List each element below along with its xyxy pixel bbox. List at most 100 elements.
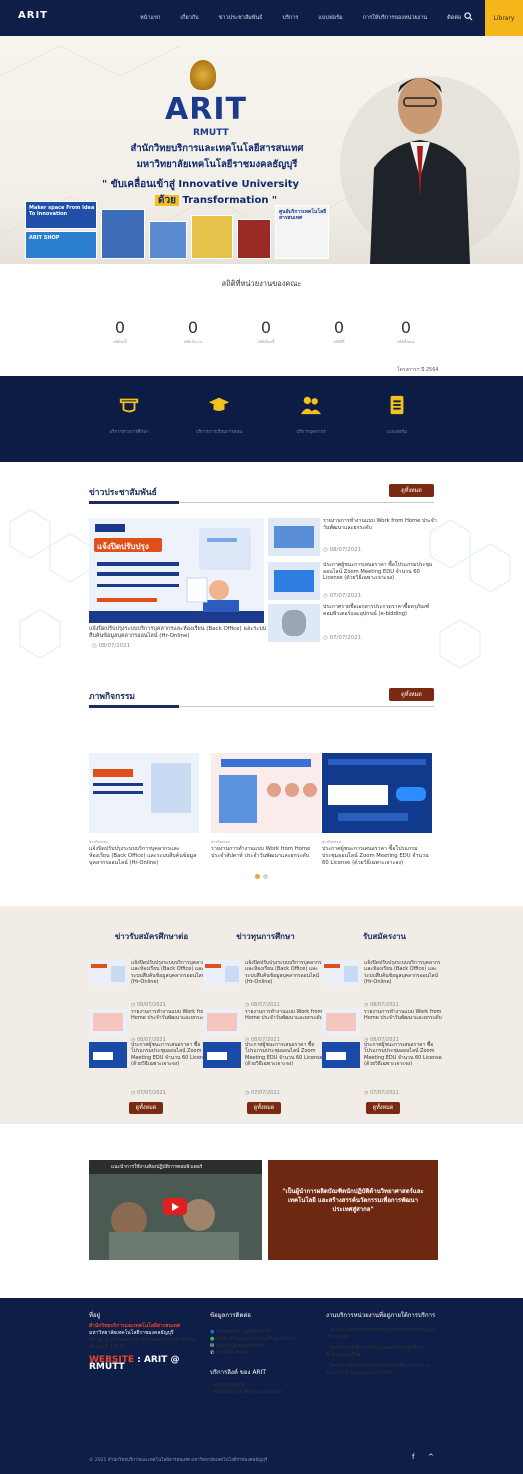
zoom-logo (396, 787, 426, 801)
nav-item-services[interactable]: บริการ (283, 14, 299, 22)
image-figure (151, 763, 191, 813)
column-item[interactable]: ประกาศผู้ชนะการเสนอราคา ซื้อโปรแกรมประชุ… (89, 1042, 214, 1096)
jobs-more-button[interactable]: ดูทั้งหมด (366, 1102, 400, 1114)
hero-brand: ARIT (165, 92, 247, 127)
news-side-item[interactable]: ประกาศรายชื่อเอกสารประกวดราคาซื้อครุภัณฑ… (268, 604, 448, 642)
search-icon[interactable] (464, 12, 474, 22)
image-line (338, 813, 408, 821)
news-side-title: รายงานการทำงานแบบ Work from Home ประจำวั… (323, 518, 437, 531)
activity-image (322, 753, 432, 833)
news-more-button[interactable]: ดูทั้งหมด (389, 484, 434, 497)
image-chart (219, 775, 257, 823)
activities-more-button[interactable]: ดูทั้งหมด (389, 688, 434, 701)
column-item[interactable]: แจ้งปิดปรับปรุงระบบบริการบุคลากรและห้องเ… (89, 960, 214, 1008)
featured-news-caption[interactable]: แจ้งปิดปรับปรุงระบบบริการบุคลากรและห้องเ… (89, 626, 269, 640)
stats-row: 0 สถิติวันนี้ 0 สถิติเมื่อวาน 0 สถิติเดือนน… (95, 318, 435, 348)
hero-feature-cards: Maker space From Idea To Innovation ARIT… (25, 201, 365, 261)
item-title: แจ้งปิดปรับปรุงระบบบริการบุคลากรและห้องเ… (364, 960, 441, 986)
cap-icon (208, 397, 230, 411)
column-jobs: รับสมัครงาน แจ้งปิดปรับปรุงระบบบริการบุค… (322, 930, 447, 1096)
image-panel (328, 785, 388, 805)
footer-link[interactable]: › ศูนย์บริการนักศึกษาและบุคลากร (210, 1389, 310, 1396)
scholarships-more-button[interactable]: ดูทั้งหมด (247, 1102, 281, 1114)
nav-item-news[interactable]: ข่าวประชาสัมพันธ์ (219, 14, 263, 22)
featured-news-image[interactable]: แจ้งปิดปรับปรุง (89, 518, 264, 623)
service-center-label: ศูนย์บริการเทคโนโลยีสารสนเทศ (279, 209, 327, 221)
back-to-top-button[interactable]: ^ (428, 1453, 434, 1461)
promo-card-2[interactable] (149, 221, 187, 259)
promo-card-1[interactable] (101, 209, 145, 259)
library-button[interactable]: Library (485, 0, 523, 36)
activity-card[interactable]: ข่าวกิจกรรม แจ้งปิดปรับปรุงระบบบริการบุค… (89, 753, 199, 866)
news-section-title: ข่าวประชาสัมพันธ์ (89, 488, 157, 498)
stat-item: 0 สถิติวันนี้ (95, 318, 145, 345)
footer-contact: ข้อมูลการติดต่อ ● Facebook : AritRMUTT ●… (210, 1312, 310, 1396)
activity-title: รายงานการทำงานแบบ Work from Home ประจำสั… (211, 846, 311, 859)
column-item[interactable]: แจ้งปิดปรับปรุงระบบบริการบุคลากรและห้องเ… (322, 960, 447, 1008)
promo-card-4[interactable] (237, 219, 271, 259)
stat-item: 0 สถิติเดือนนี้ (241, 318, 291, 345)
item-thumbnail (203, 960, 241, 986)
service-education[interactable]: บริการทางการศึกษา (99, 394, 159, 435)
footer-website[interactable]: WEBSITE : ARIT @ RMUTT (89, 1355, 199, 1372)
contact-line[interactable]: ● Line : https://line.me/R/aritrmutt (210, 1336, 310, 1343)
news-side-item[interactable]: ประกาศผู้ชนะการเสนอราคา ซื้อโปรแกรมประชุ… (268, 562, 448, 600)
footer-org-name: สำนักวิทยบริการและเทคโนโลยีสารสนเทศ (89, 1323, 181, 1329)
image-banner (221, 759, 311, 767)
vision-quote: "เป็นผู้นำการผลิตบัณฑิตนักปฏิบัติด้านวิท… (268, 1160, 438, 1260)
footer-facebook-icon[interactable]: f (412, 1453, 414, 1461)
featured-image-title: แจ้งปิดปรับปรุง (97, 542, 149, 551)
service-forms[interactable]: แบบฟอร์ม (367, 394, 427, 435)
carousel-dots (255, 864, 285, 879)
contact-email[interactable]: ✉ admin@rmutt.ac.th (210, 1343, 310, 1350)
footer-link[interactable]: › ศูนย์ข้อมูลสถิติ (210, 1382, 310, 1389)
activity-category: ข่าวกิจกรรม (89, 840, 108, 844)
nav-item-units[interactable]: การให้บริการของหน่วยงาน (363, 14, 427, 22)
column-item[interactable]: ประกาศผู้ชนะการเสนอราคา ซื้อโปรแกรมประชุ… (203, 1042, 328, 1096)
stat-value: 0 (187, 318, 199, 337)
video-player[interactable]: แนะนำการใช้งานห้องปฏิบัติการคอมพิวเตอร์ (89, 1160, 262, 1260)
item-thumbnail (322, 1042, 360, 1068)
service-label: บริการการเรียนการสอน (195, 430, 243, 435)
nav-item-about[interactable]: เกี่ยวกับ (180, 14, 198, 22)
carousel-dot-active[interactable] (255, 874, 260, 879)
admissions-more-button[interactable]: ดูทั้งหมด (129, 1102, 163, 1114)
hero-banner[interactable]: ARIT RMUTT สำนักวิทยบริการและเทคโนโลยีสา… (0, 36, 523, 264)
column-item[interactable]: แจ้งปิดปรับปรุงระบบบริการบุคลากรและห้องเ… (203, 960, 328, 1008)
nav-item-forms[interactable]: แบบฟอร์ม (318, 14, 342, 22)
footer-unit-link[interactable]: › โครงการส่งเสริมและพัฒนาผู้เรียนด้านเทค… (326, 1327, 436, 1341)
carousel-dot[interactable] (263, 874, 268, 879)
nav-item-contact[interactable]: ติดต่อ (447, 14, 461, 22)
website-arit: ARIT (143, 1355, 168, 1365)
activity-card[interactable]: ข่าวกิจกรรม ประกาศผู้ชนะการเสนอราคา ซื้อ… (322, 753, 432, 866)
thumb-graphic (282, 610, 306, 636)
image-avatar (303, 783, 317, 797)
nav-item-home[interactable]: หน้าแรก (140, 14, 160, 22)
activity-category: ข่าวกิจกรรม (211, 840, 230, 844)
contact-facebook[interactable]: ● Facebook : AritRMUTT (210, 1329, 310, 1336)
column-item[interactable]: ประกาศผู้ชนะการเสนอราคา ซื้อโปรแกรมประชุ… (322, 1042, 447, 1096)
promo-card-3[interactable] (191, 215, 233, 259)
arit-shop-card[interactable]: ARIT SHOP (25, 231, 97, 259)
site-logo[interactable]: ARIT (18, 10, 48, 21)
item-title: รายงานการทำงานแบบ Work from Home ประจำวั… (364, 1009, 442, 1022)
footer-address-line: 39 หมู่ 1 ตำบลคลองหก อำเภอคลองหลวง จังหว… (89, 1337, 196, 1350)
image-line (93, 791, 143, 794)
featured-news-date: ◷ 08/07/2021 (92, 643, 130, 649)
stat-value: 0 (260, 318, 272, 337)
service-staff[interactable]: บริการบุคลากร (281, 394, 341, 435)
contact-phone[interactable]: ✆ 0 2549 4004 (210, 1350, 310, 1357)
service-teaching[interactable]: บริการการเรียนการสอน (189, 394, 249, 435)
column-title: รับสมัครงาน (362, 932, 407, 941)
footer-unit-link[interactable]: › ศูนย์บริการเพื่อการเรียนรู้และห้องสมุด… (326, 1345, 436, 1359)
maker-space-card[interactable]: Maker space From Idea To Innovation (25, 201, 97, 229)
service-center-card[interactable]: ศูนย์บริการเทคโนโลยีสารสนเทศ (275, 205, 329, 259)
activity-card[interactable]: ข่าวกิจกรรม รายงานการทำงานแบบ Work from … (211, 753, 321, 860)
column-scholarships: ข่าวทุนการศึกษา แจ้งปิดปรับปรุงระบบบริกา… (203, 930, 328, 1096)
item-thumbnail (89, 1009, 127, 1035)
footer-unit-link[interactable]: › โครงการพัฒนาระบบสารสนเทศเพื่อการบริหาร… (326, 1363, 436, 1377)
image-avatar (285, 783, 299, 797)
date-text: 07/07/2021 (329, 593, 362, 599)
news-side-item[interactable]: รายงานการทำงานแบบ Work from Home ประจำวั… (268, 518, 448, 556)
play-icon[interactable] (163, 1198, 187, 1215)
